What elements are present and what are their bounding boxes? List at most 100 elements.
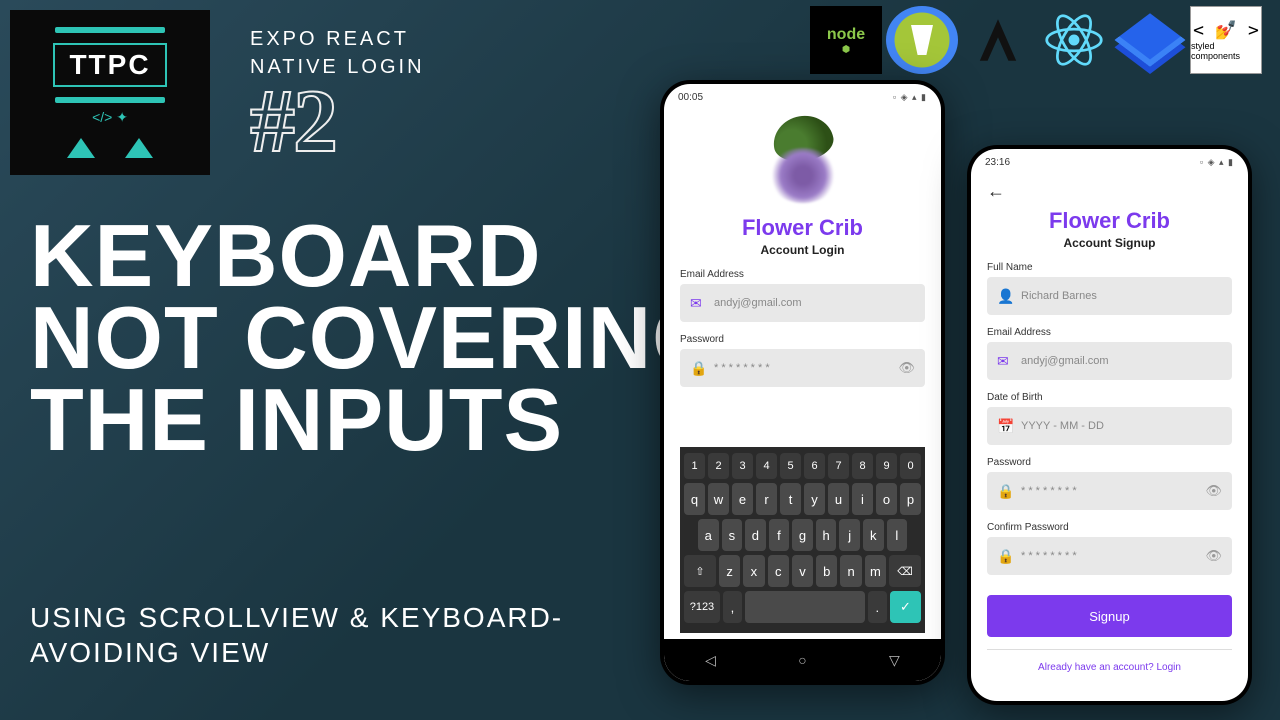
email-label: Email Address <box>680 269 925 280</box>
key-p[interactable]: p <box>900 483 921 515</box>
key-n[interactable]: n <box>840 555 861 587</box>
status-bar: 00:05 ▫ ◈ ▴ ▮ <box>664 84 941 110</box>
key-x[interactable]: x <box>743 555 764 587</box>
triangle-icon <box>67 138 95 158</box>
key-j[interactable]: j <box>839 519 860 551</box>
key-5[interactable]: 5 <box>780 453 801 479</box>
status-bar: 23:16 ▫ ◈ ▴ ▮ <box>971 149 1248 175</box>
key-i[interactable]: i <box>852 483 873 515</box>
password-field[interactable]: 🔒 * * * * * * * * 👁 <box>680 349 925 387</box>
enter-key[interactable]: ✓ <box>890 591 921 623</box>
period-key[interactable]: . <box>868 591 887 623</box>
signup-button[interactable]: Signup <box>987 595 1232 637</box>
backspace-key[interactable]: ⌫ <box>889 555 921 587</box>
key-6[interactable]: 6 <box>804 453 825 479</box>
key-u[interactable]: u <box>828 483 849 515</box>
headline: KEYBOARD NOT COVERING THE INPUTS <box>30 215 722 460</box>
nav-back-icon[interactable]: ◁ <box>705 652 716 669</box>
key-t[interactable]: t <box>780 483 801 515</box>
nav-home-icon[interactable]: ○ <box>798 652 806 668</box>
expo-icon <box>962 6 1034 74</box>
key-v[interactable]: v <box>792 555 813 587</box>
phone-mock-signup: 23:16 ▫ ◈ ▴ ▮ ← Flower Crib Account Sign… <box>967 145 1252 705</box>
shift-key[interactable]: ⇧ <box>684 555 716 587</box>
logo-small-icons: </> ✦ <box>92 109 128 126</box>
react-icon <box>1038 6 1110 74</box>
key-h[interactable]: h <box>816 519 837 551</box>
soft-keyboard: 1234567890 qwertyuiop asdfghjkl ⇧ zxcvbn… <box>680 447 925 633</box>
brand-logo: TTPC </> ✦ <box>10 10 210 175</box>
key-e[interactable]: e <box>732 483 753 515</box>
nav-recent-icon[interactable]: ▽ <box>889 652 900 669</box>
app-title: Flower Crib <box>987 208 1232 234</box>
email-value: andyj@gmail.com <box>714 297 915 309</box>
key-s[interactable]: s <box>722 519 743 551</box>
confirm-field[interactable]: 🔒 * * * * * * * * 👁 <box>987 537 1232 575</box>
email-field[interactable]: ✉ andyj@gmail.com <box>987 342 1232 380</box>
eye-off-icon[interactable]: 👁 <box>1205 483 1222 499</box>
key-d[interactable]: d <box>745 519 766 551</box>
phone-mock-login: 00:05 ▫ ◈ ▴ ▮ Flower Crib Account Login … <box>660 80 945 685</box>
eye-off-icon[interactable]: 👁 <box>1205 548 1222 564</box>
app-logo-image <box>743 116 863 211</box>
status-icons: ▫ ◈ ▴ ▮ <box>893 92 927 103</box>
lock-icon: 🔒 <box>690 360 706 377</box>
eye-off-icon[interactable]: 👁 <box>898 360 915 376</box>
key-q[interactable]: q <box>684 483 705 515</box>
key-o[interactable]: o <box>876 483 897 515</box>
key-9[interactable]: 9 <box>876 453 897 479</box>
key-l[interactable]: l <box>887 519 908 551</box>
symbols-key[interactable]: ?123 <box>684 591 720 623</box>
key-y[interactable]: y <box>804 483 825 515</box>
key-7[interactable]: 7 <box>828 453 849 479</box>
logo-bar-bot <box>55 97 165 103</box>
key-w[interactable]: w <box>708 483 729 515</box>
lock-icon: 🔒 <box>997 483 1013 500</box>
key-m[interactable]: m <box>865 555 886 587</box>
key-a[interactable]: a <box>698 519 719 551</box>
key-2[interactable]: 2 <box>708 453 729 479</box>
key-c[interactable]: c <box>768 555 789 587</box>
dob-label: Date of Birth <box>987 392 1232 403</box>
headline-sub: USING SCROLLVIEW & KEYBOARD- AVOIDING VI… <box>30 600 563 670</box>
key-b[interactable]: b <box>816 555 837 587</box>
dob-field[interactable]: 📅 YYYY - MM - DD <box>987 407 1232 445</box>
space-key[interactable] <box>745 591 865 623</box>
mail-icon: ✉ <box>997 353 1013 370</box>
status-icons: ▫ ◈ ▴ ▮ <box>1200 157 1234 168</box>
logo-triangles <box>67 138 153 158</box>
key-3[interactable]: 3 <box>732 453 753 479</box>
cube-icon <box>1114 6 1186 74</box>
key-1[interactable]: 1 <box>684 453 705 479</box>
divider <box>987 649 1232 650</box>
fullname-label: Full Name <box>987 262 1232 273</box>
nodejs-icon: node⬢ <box>810 6 882 74</box>
key-r[interactable]: r <box>756 483 777 515</box>
styled-components-icon: < 💅 > styled components <box>1190 6 1262 74</box>
person-icon: 👤 <box>997 288 1013 305</box>
lock-icon: 🔒 <box>997 548 1013 565</box>
status-time: 00:05 <box>678 92 703 103</box>
logo-text: TTPC <box>53 43 166 87</box>
status-time: 23:16 <box>985 157 1010 168</box>
password-field[interactable]: 🔒 * * * * * * * * 👁 <box>987 472 1232 510</box>
mail-icon: ✉ <box>690 295 706 312</box>
fullname-value: Richard Barnes <box>1021 290 1222 302</box>
fullname-field[interactable]: 👤 Richard Barnes <box>987 277 1232 315</box>
email-value: andyj@gmail.com <box>1021 355 1222 367</box>
email-field[interactable]: ✉ andyj@gmail.com <box>680 284 925 322</box>
key-8[interactable]: 8 <box>852 453 873 479</box>
comma-key[interactable]: , <box>723 591 742 623</box>
key-k[interactable]: k <box>863 519 884 551</box>
confirm-value: * * * * * * * * <box>1021 550 1197 562</box>
password-value: * * * * * * * * <box>714 362 890 374</box>
logo-bar-top <box>55 27 165 33</box>
key-0[interactable]: 0 <box>900 453 921 479</box>
back-arrow-icon[interactable]: ← <box>987 181 1232 202</box>
key-g[interactable]: g <box>792 519 813 551</box>
login-link[interactable]: Login <box>1156 662 1180 673</box>
key-z[interactable]: z <box>719 555 740 587</box>
app-subtitle: Account Signup <box>987 236 1232 250</box>
key-4[interactable]: 4 <box>756 453 777 479</box>
key-f[interactable]: f <box>769 519 790 551</box>
